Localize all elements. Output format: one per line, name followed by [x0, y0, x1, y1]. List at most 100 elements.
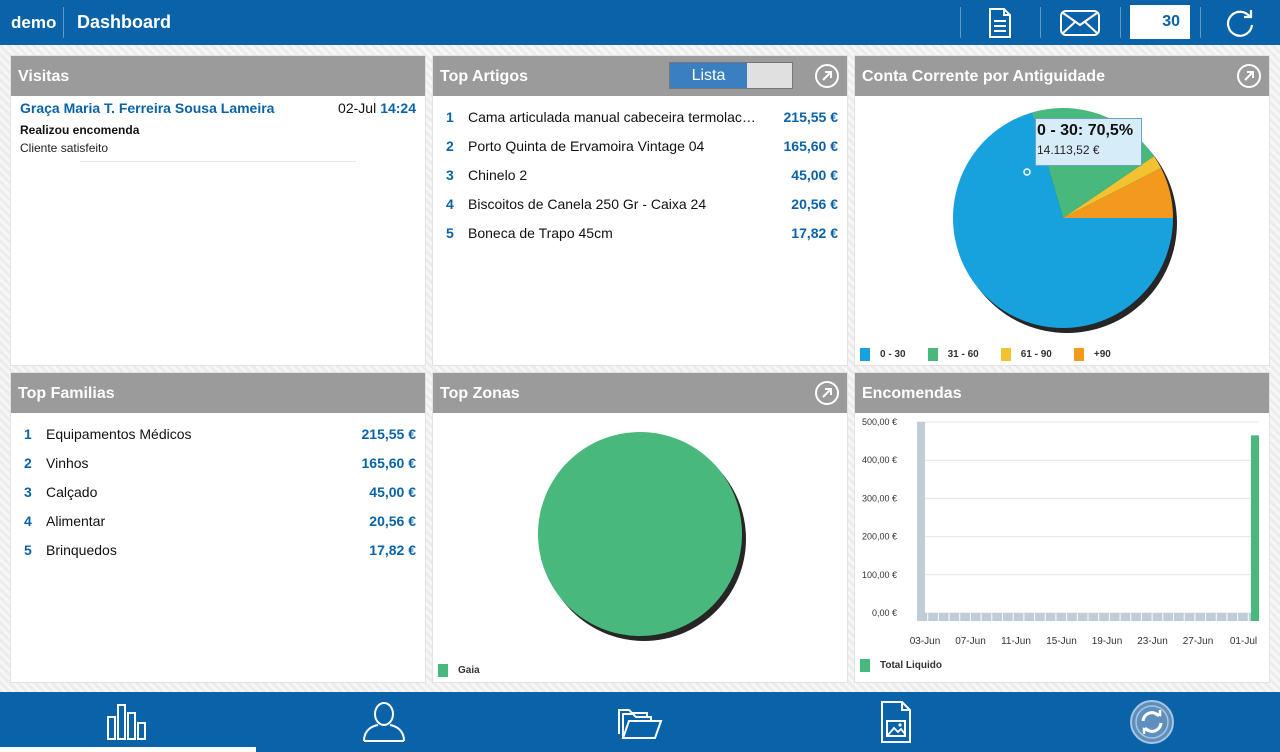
y-tick-label: 300,00 € [862, 493, 897, 503]
list-item[interactable]: 3 Chinelo 2 45,00 € [446, 160, 838, 189]
chart-bar[interactable] [1067, 613, 1077, 621]
zones-pie-chart[interactable] [433, 413, 847, 663]
legend-item[interactable]: 61 - 90 [1000, 348, 1052, 361]
chart-bar[interactable] [1251, 435, 1259, 621]
legend-label: Gaia [458, 665, 480, 676]
open-details-button[interactable] [1237, 64, 1261, 88]
chart-bar[interactable] [1131, 613, 1141, 621]
nav-documents[interactable] [512, 692, 768, 752]
chart-bar[interactable] [1120, 613, 1131, 621]
y-tick-label: 200,00 € [862, 532, 897, 542]
visit-item[interactable]: Graça Maria T. Ferreira Sousa Lameira 02… [11, 96, 425, 162]
arrow-up-right-icon [1244, 71, 1254, 81]
chart-bar[interactable] [960, 613, 970, 621]
chart-bar[interactable] [1077, 613, 1088, 621]
chart-bar[interactable] [1184, 613, 1195, 621]
panel-header: Top Artigos Lista [433, 56, 847, 96]
item-name: Biscoitos de Canela 250 Gr - Caixa 24 [468, 195, 707, 212]
chart-bar[interactable] [1099, 613, 1109, 621]
chart-bar[interactable] [1141, 613, 1152, 621]
chart-bar[interactable] [1056, 613, 1067, 621]
panel-header: Top Zonas [433, 373, 847, 413]
legend-swatch [438, 664, 448, 677]
item-value: 165,60 € [783, 137, 839, 154]
open-details-button[interactable] [815, 381, 839, 405]
legend-item[interactable]: Gaia [438, 664, 480, 677]
nav-sync[interactable] [1024, 692, 1280, 752]
chart-bar[interactable] [1109, 613, 1120, 621]
chart-bar[interactable] [970, 613, 981, 621]
nav-dashboard[interactable] [0, 692, 256, 752]
list-item[interactable]: 1 Equipamentos Médicos 215,55 € [24, 419, 416, 448]
chart-bar[interactable] [928, 613, 938, 621]
chart-bar[interactable] [992, 613, 1002, 621]
chart-bar[interactable] [1227, 613, 1238, 621]
orders-bar-chart[interactable]: 500,00 € 400,00 € 300,00 € 200,00 € 100,00 €… [855, 413, 1269, 653]
refresh-button[interactable] [1218, 5, 1262, 41]
list-item[interactable]: 4 Biscoitos de Canela 250 Gr - Caixa 24 20… [446, 189, 838, 218]
item-name: Equipamentos Médicos [46, 425, 192, 442]
chart-bar[interactable] [949, 613, 960, 621]
chart-bar[interactable] [1045, 613, 1056, 621]
toggle-chart-option[interactable] [747, 63, 792, 88]
legend-item[interactable]: +90 [1073, 348, 1111, 361]
list-item[interactable]: 5 Boneca de Trapo 45cm 17,82 € [446, 218, 838, 247]
legend-item[interactable]: 0 - 30 [860, 348, 906, 361]
y-tick-label: 500,00 € [862, 417, 897, 427]
nav-clients[interactable] [256, 692, 512, 752]
list-item[interactable]: 4 Alimentar 20,56 € [24, 506, 416, 535]
nav-catalog[interactable] [768, 692, 1024, 752]
pie-slice-gaia[interactable] [538, 432, 742, 636]
legend-item[interactable]: Total Liquido [860, 659, 942, 672]
chart-bar[interactable] [938, 613, 949, 621]
mail-button[interactable] [1056, 5, 1104, 41]
document-button[interactable] [978, 5, 1022, 41]
chart-bar[interactable] [1088, 613, 1099, 621]
list-item[interactable]: 2 Vinhos 165,60 € [24, 448, 416, 477]
chart-bar[interactable] [1003, 613, 1013, 621]
rank-number: 5 [24, 541, 32, 558]
legend-swatch [927, 348, 938, 361]
view-toggle[interactable]: Lista [669, 62, 793, 89]
chart-bar[interactable] [981, 613, 992, 621]
item-value: 20,56 € [791, 195, 838, 212]
item-name: Boneca de Trapo 45cm [468, 224, 613, 241]
refresh-icon [1226, 10, 1254, 37]
panel-header: Conta Corrente por Antiguidade [855, 56, 1269, 96]
list-item[interactable]: 3 Calçado 45,00 € [24, 477, 416, 506]
mail-icon [1060, 10, 1100, 36]
top-zonas-panel: Top Zonas Gaia [432, 372, 848, 683]
list-item[interactable]: 2 Porto Quinta de Ervamoira Vintage 04 165… [446, 131, 838, 160]
y-tick-label: 100,00 € [862, 570, 897, 580]
tooltip-label: 0 - 30: 70,5% [1037, 122, 1134, 139]
item-name: Brinquedos [46, 541, 117, 558]
image-document-icon [881, 701, 911, 743]
divider [63, 7, 64, 38]
chart-bar[interactable] [1152, 613, 1163, 621]
period-days-field[interactable]: 30 [1130, 5, 1190, 39]
panel-title: Visitas [11, 56, 425, 96]
chart-bar[interactable] [1206, 613, 1216, 621]
chart-bar[interactable] [1035, 613, 1045, 621]
x-tick-label: 23-Jun [1137, 636, 1168, 647]
chart-bar[interactable] [1238, 613, 1248, 621]
top-familias-panel: Top Familias 1 Equipamentos Médicos 215,55… [10, 372, 426, 683]
chart-bars-icon [107, 704, 146, 740]
chart-bar[interactable] [1174, 613, 1184, 621]
toggle-list-option[interactable]: Lista [670, 63, 747, 88]
panel-title: Conta Corrente por Antiguidade [862, 68, 1105, 85]
list-item[interactable]: 1 Cama articulada manual cabeceira termol… [446, 102, 838, 131]
list-item[interactable]: 5 Brinquedos 17,82 € [24, 535, 416, 564]
chart-bar[interactable] [917, 422, 925, 621]
chart-legend: Gaia [438, 664, 502, 677]
chart-bar[interactable] [1195, 613, 1206, 621]
chart-bar[interactable] [1163, 613, 1173, 621]
item-name: Chinelo 2 [468, 166, 528, 183]
chart-bar[interactable] [1216, 613, 1227, 621]
folders-icon [618, 709, 663, 739]
open-details-button[interactable] [815, 64, 839, 88]
item-value: 165,60 € [361, 454, 417, 471]
legend-item[interactable]: 31 - 60 [927, 348, 979, 361]
chart-bar[interactable] [1024, 613, 1035, 621]
chart-bar[interactable] [1013, 613, 1024, 621]
